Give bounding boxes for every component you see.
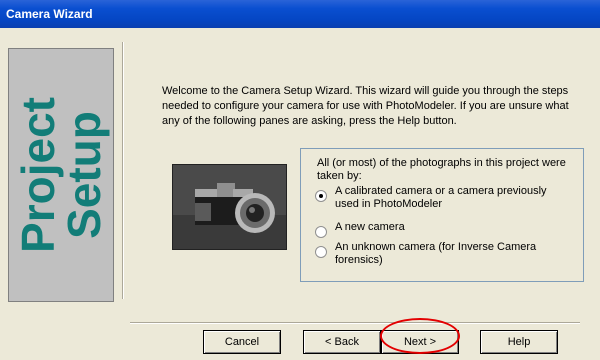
radio-unknown-camera[interactable]: An unknown camera (for Inverse Camera fo…	[315, 241, 555, 267]
next-highlight-ring	[380, 318, 460, 354]
camera-photo	[172, 164, 287, 250]
banner-text: Project Setup	[12, 97, 110, 253]
radio-indicator-selected[interactable]	[315, 190, 327, 202]
radio-label: A new camera	[335, 221, 405, 233]
back-button[interactable]: < Back	[303, 330, 381, 354]
radio-indicator[interactable]	[315, 226, 327, 238]
options-question: All (or most) of the photographs in this…	[317, 157, 566, 182]
camera-options-box: All (or most) of the photographs in this…	[300, 148, 584, 282]
radio-label: An unknown camera (for Inverse Camera fo…	[335, 241, 537, 266]
help-button[interactable]: Help	[480, 330, 558, 354]
horizontal-divider	[130, 322, 580, 324]
project-setup-banner: Project Setup	[8, 48, 114, 302]
banner-line-2: Setup	[58, 111, 110, 239]
intro-text: Welcome to the Camera Setup Wizard. This…	[162, 85, 569, 127]
banner-line-1: Project	[12, 97, 64, 253]
window-title: Camera Wizard	[6, 7, 93, 21]
cancel-button[interactable]: Cancel	[203, 330, 281, 354]
radio-indicator[interactable]	[315, 246, 327, 258]
radio-label: A calibrated camera or a camera previous…	[335, 185, 547, 210]
radio-new-camera[interactable]: A new camera	[315, 221, 555, 238]
camera-image-icon	[173, 165, 286, 249]
vertical-divider	[122, 42, 124, 299]
radio-calibrated-camera[interactable]: A calibrated camera or a camera previous…	[315, 185, 555, 211]
title-bar[interactable]: Camera Wizard	[0, 0, 600, 28]
